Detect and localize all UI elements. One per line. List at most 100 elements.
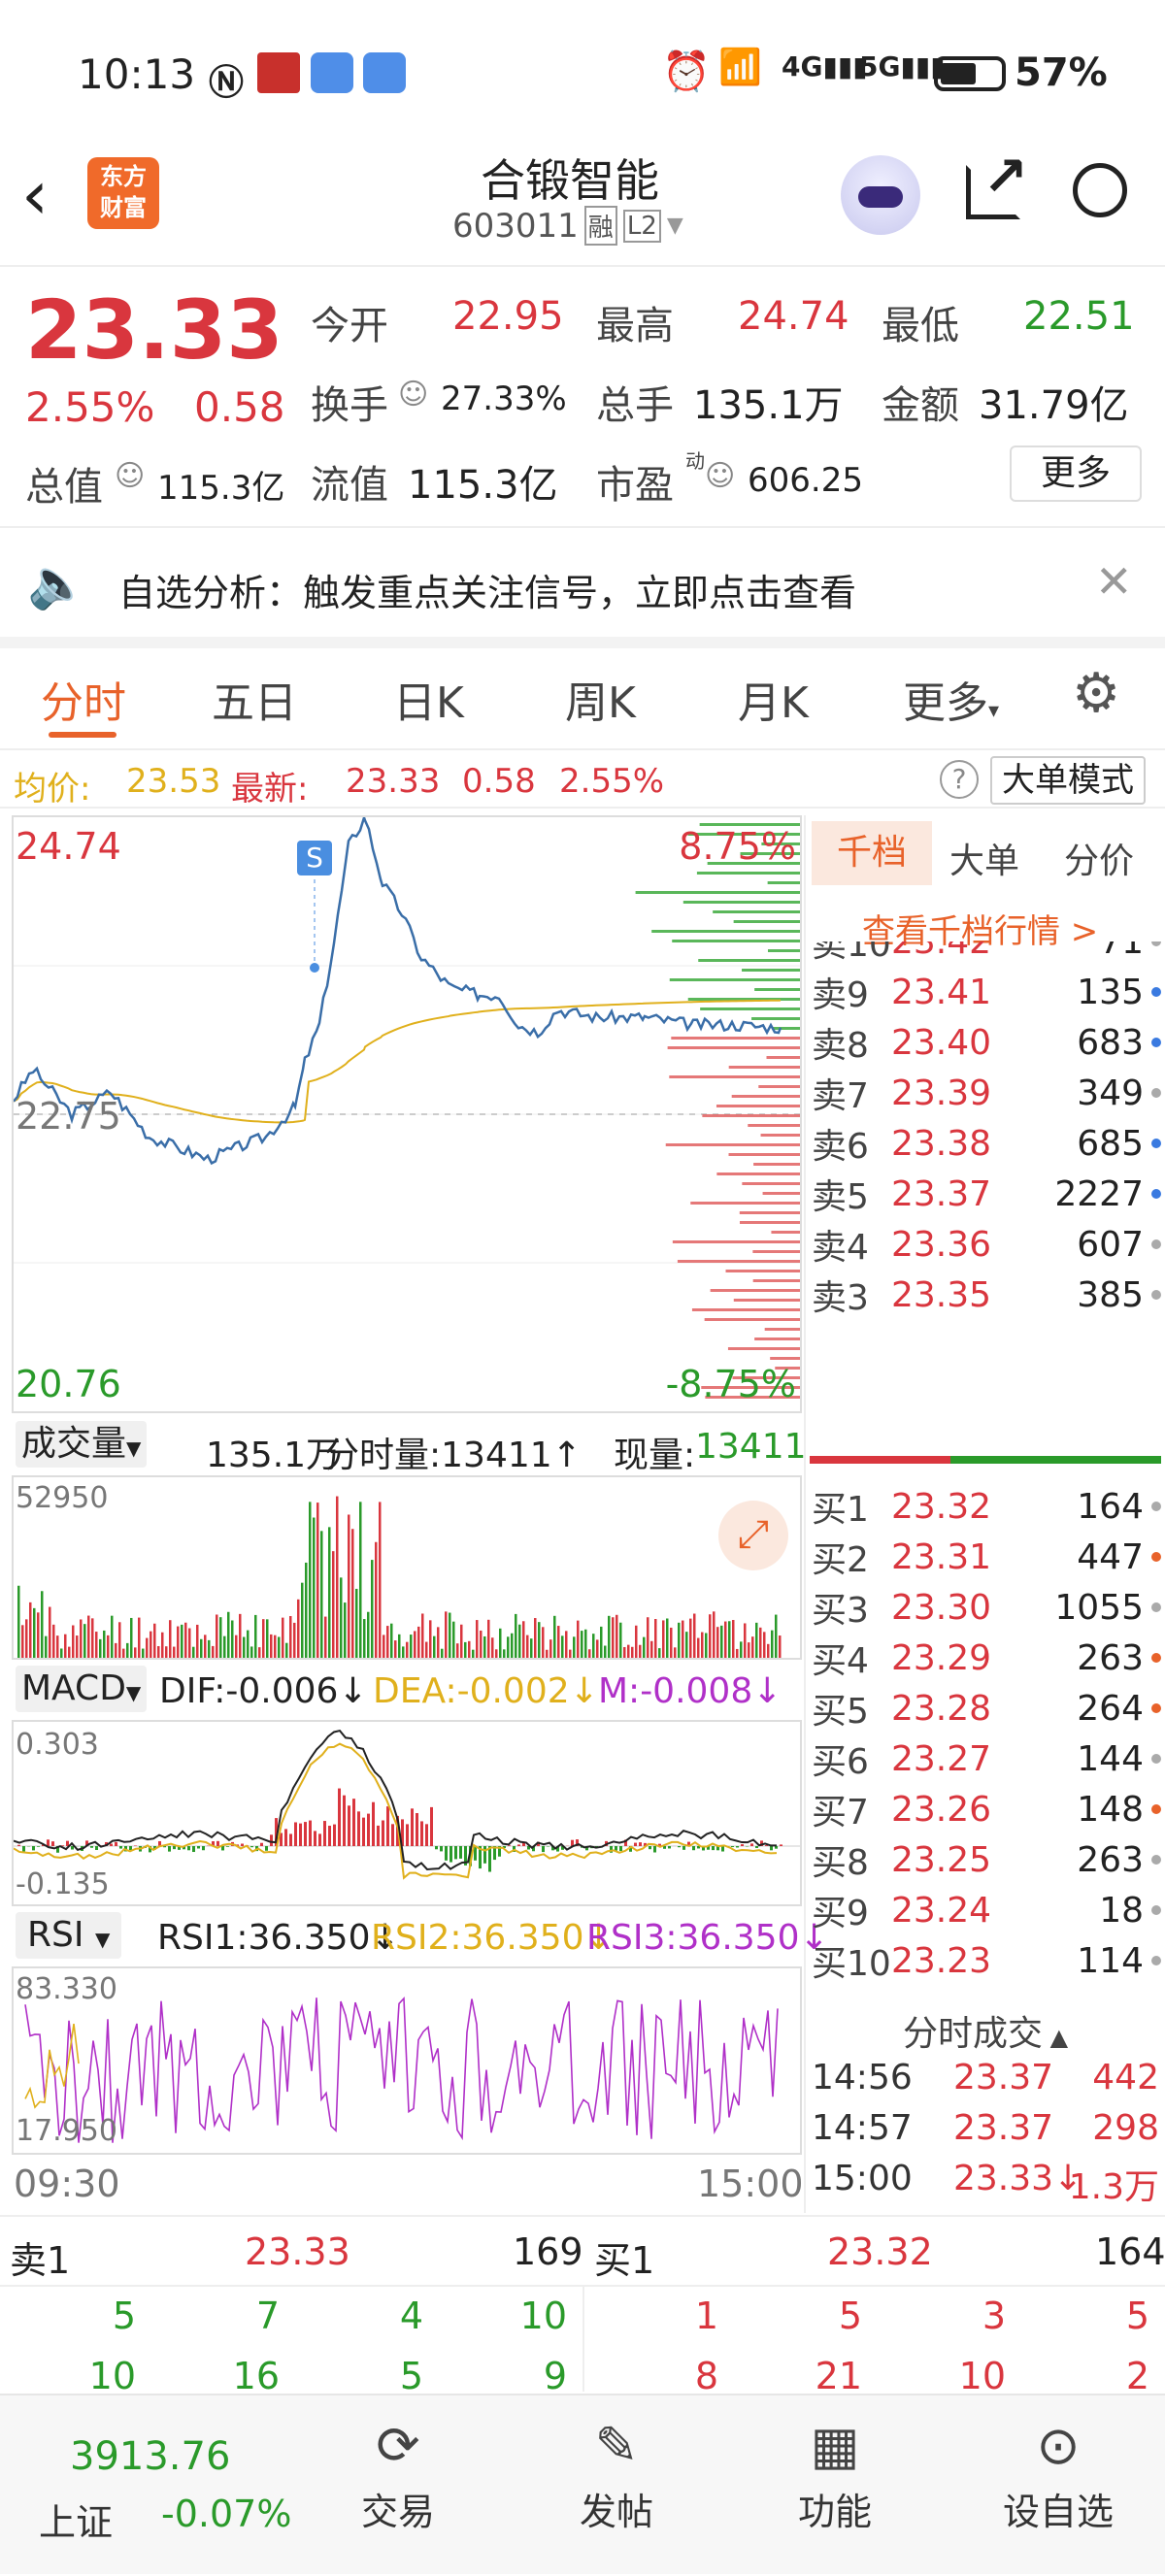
sell-level-row[interactable]: 卖1023.4271 (806, 941, 1165, 967)
queue-volume: 10 (959, 2355, 1006, 2397)
info-icon[interactable]: ☺ (705, 459, 735, 493)
expand-icon[interactable]: ⤢ (718, 1501, 788, 1570)
level-volume: 144 (1037, 1739, 1144, 1779)
volume-indicator-select[interactable]: 成交量▼ (16, 1421, 147, 1468)
notice-banner[interactable]: 🔈 自选分析：触发重点关注信号，立即点击查看 ✕ (0, 532, 1165, 635)
macd-indicator-select[interactable]: MACD▼ (16, 1666, 147, 1712)
level-label: 买8 (812, 1834, 891, 1885)
buy-level-row[interactable]: 买423.29263 (806, 1633, 1165, 1683)
sell-orders: 卖1023.4271卖923.41135卖823.40683卖723.39349… (806, 941, 1165, 1320)
level-volume: 607 (1037, 1225, 1144, 1265)
buy-level-row[interactable]: 买823.25263 (806, 1834, 1165, 1885)
buy-level-row[interactable]: 买523.28264 (806, 1683, 1165, 1734)
b1-label: 买1 (594, 2230, 654, 2284)
nav-functions[interactable]: ▦ 功能 (777, 2415, 893, 2560)
trade-tick-row: 14:5723.37298 (806, 2108, 1165, 2157)
sell-level-row[interactable]: 卖523.372227 (806, 1169, 1165, 1219)
level-label: 卖6 (812, 1118, 891, 1169)
tab-daily-k[interactable]: 日K (393, 668, 464, 730)
battery-percent: 57% (1015, 50, 1108, 95)
signal-5g-icon: 5G▮▮▮ (859, 50, 946, 83)
settings-gear-icon[interactable]: ⚙ (1072, 662, 1120, 725)
buy-level-row[interactable]: 买323.301055 (806, 1582, 1165, 1633)
intraday-chart[interactable]: 24.74 22.75 20.76 8.75% -8.75% S (12, 815, 802, 1413)
more-button[interactable]: 更多 (1010, 446, 1142, 502)
tab-monthly-k[interactable]: 月K (738, 668, 809, 730)
buy-level-row[interactable]: 买1023.23114 (806, 1935, 1165, 1984)
buy-level-row[interactable]: 买223.31447 (806, 1532, 1165, 1582)
buy-level-row[interactable]: 买923.2418 (806, 1885, 1165, 1935)
app-notification-icon-2 (311, 52, 353, 93)
level-label: 卖9 (812, 967, 891, 1017)
level-volume: 683 (1037, 1023, 1144, 1063)
buy-level-row[interactable]: 买623.27144 (806, 1734, 1165, 1784)
nav-trade[interactable]: ⟳ 交易 (340, 2415, 456, 2560)
tab-weekly-k[interactable]: 周K (565, 668, 636, 730)
queue-volume: 5 (1126, 2295, 1149, 2337)
queue-volume: 2 (1126, 2355, 1149, 2397)
nfc-icon: Ⓝ (209, 54, 244, 105)
app-notification-icon (257, 52, 300, 93)
rsi-chart[interactable]: 83.330 17.950 (12, 1966, 802, 2155)
queue-volume: 3 (982, 2295, 1006, 2337)
nav-post[interactable]: ✎ 发帖 (558, 2415, 675, 2560)
volume-chart[interactable]: 52950 ⤢ (12, 1475, 802, 1660)
rsi-indicator-select[interactable]: RSI ▼ (16, 1912, 121, 1959)
s-marker-badge[interactable]: S (297, 841, 332, 875)
bid-ask-ratio-bar (810, 1456, 1161, 1464)
trade-tick-row: 15:0023.33↓1.3万 (806, 2159, 1165, 2207)
tab-fenshi[interactable]: 分时 (41, 668, 126, 730)
robot-avatar-icon[interactable] (841, 155, 920, 235)
s1-vol: 169 (513, 2230, 583, 2273)
tab-5day[interactable]: 五日 (212, 668, 297, 730)
sell-level-row[interactable]: 卖323.35385 (806, 1270, 1165, 1320)
side-tab-big-order[interactable]: 大单 (949, 833, 1019, 883)
sell-level-row[interactable]: 卖823.40683 (806, 1017, 1165, 1068)
index-name: 上证 (39, 2493, 113, 2546)
level-price: 23.30 (891, 1588, 1037, 1628)
ticks-header[interactable]: 分时成交 ▲ (806, 2005, 1165, 2050)
tab-more[interactable]: 更多▾ (903, 668, 999, 730)
sell-level-row[interactable]: 卖923.41135 (806, 967, 1165, 1017)
back-icon[interactable]: ‹ (21, 155, 49, 235)
big-order-mode-button[interactable]: 大单模式 (990, 756, 1146, 805)
volume-label: 总手 (596, 374, 674, 430)
info-icon[interactable]: ☺ (398, 378, 428, 412)
level-price: 23.26 (891, 1790, 1037, 1830)
buy-level-row[interactable]: 买723.26148 (806, 1784, 1165, 1834)
stock-code-line[interactable]: 603011 融 L2 ▼ (452, 206, 683, 246)
sell-level-row[interactable]: 卖423.36607 (806, 1219, 1165, 1270)
macd-m: M:-0.008↓ (598, 1671, 782, 1711)
sell-level-row[interactable]: 卖723.39349 (806, 1068, 1165, 1118)
sell-level-row[interactable]: 卖623.38685 (806, 1118, 1165, 1169)
status-time: 10:13 (78, 50, 195, 98)
level-volume: 349 (1037, 1073, 1144, 1113)
pe-type-superscript: 动 (685, 446, 705, 474)
avg-value: 23.53 (126, 762, 220, 801)
buy-level-row[interactable]: 买123.32164 (806, 1481, 1165, 1532)
level-volume: 18 (1037, 1891, 1144, 1931)
info-icon[interactable]: ☺ (115, 459, 145, 493)
status-bar: 10:13 Ⓝ ⏰ 📶 4G▮▮▮ 5G▮▮▮ 57% (0, 0, 1165, 146)
float-cap-label: 流值 (311, 453, 388, 510)
level-price: 23.39 (891, 1073, 1037, 1113)
open-value: 22.95 (452, 294, 564, 339)
index-ticker[interactable]: 3913.76 上证 -0.07% (0, 2395, 320, 2576)
help-icon[interactable]: ? (940, 760, 979, 799)
close-icon[interactable]: ✕ (1095, 555, 1133, 608)
stock-code: 603011 (452, 207, 579, 246)
trade-ticks: 14:5623.3744214:5723.3729815:0023.33↓1.3… (806, 2058, 1165, 2213)
last-label: 最新: (231, 762, 308, 809)
macd-chart[interactable]: 0.303 -0.135 (12, 1720, 802, 1906)
side-tab-price-dist[interactable]: 分价 (1064, 833, 1134, 883)
y-axis-min: 20.76 (16, 1363, 121, 1405)
avg-price-bar: 均价: 23.53 最新: 23.33 0.58 2.55% ? 大单模式 (0, 752, 1165, 809)
search-icon[interactable] (1073, 163, 1127, 217)
nav-add-watchlist[interactable]: ⊙ 设自选 (990, 2415, 1126, 2560)
stock-header: ‹ 东方 财富 合锻智能 603011 融 L2 ▼ ↗ (0, 136, 1165, 267)
level-price: 23.31 (891, 1537, 1037, 1577)
level-volume: 385 (1037, 1275, 1144, 1315)
order-book-panel: 千档 大单 分价 查看千档行情 > 卖1023.4271卖923.41135卖8… (806, 815, 1165, 2213)
pe-value: 606.25 (748, 461, 863, 500)
side-tab-qiandang[interactable]: 千档 (812, 821, 932, 885)
